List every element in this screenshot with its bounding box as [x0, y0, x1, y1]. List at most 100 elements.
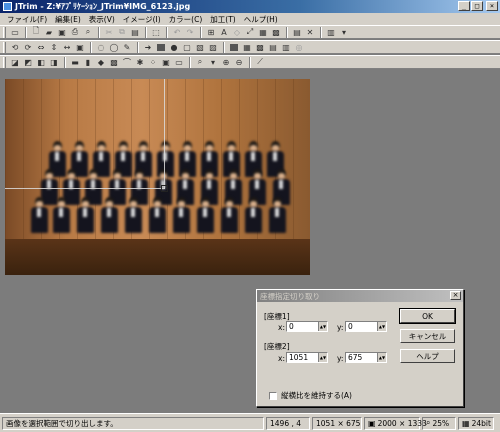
arrow-icon[interactable]: ➜ — [142, 42, 154, 53]
coord1-x-spinner[interactable]: 0 ▲▼ — [286, 321, 328, 332]
menu-edit[interactable]: 編集(E) — [51, 14, 85, 25]
eyedropper-icon[interactable]: ⟋ — [254, 57, 266, 68]
effect-icon[interactable]: ◎ — [293, 42, 305, 53]
copy-icon[interactable]: ⧉ — [116, 27, 128, 38]
grid-icon[interactable]: ▦ — [241, 42, 253, 53]
crop-icon[interactable]: ⊞ — [205, 27, 217, 38]
coord2-y-value[interactable]: 675 — [346, 353, 377, 362]
toolbar-grip[interactable] — [3, 56, 6, 68]
flip-horizontal-icon[interactable]: ⇔ — [35, 42, 47, 53]
cut-icon[interactable]: ✂ — [103, 27, 115, 38]
spinner-arrows-icon[interactable]: ▲▼ — [377, 353, 386, 362]
text-icon[interactable]: A — [218, 27, 230, 38]
menu-file[interactable]: ファイル(F) — [3, 14, 51, 25]
coord2-x-value[interactable]: 1051 — [287, 353, 318, 362]
spinner-arrows-icon[interactable]: ▲▼ — [377, 322, 386, 331]
fill-icon[interactable]: ▨ — [207, 42, 219, 53]
toolbar-separator — [286, 26, 288, 38]
close-image-icon[interactable]: ✕ — [304, 27, 316, 38]
mosaic-icon[interactable]: ▩ — [270, 27, 282, 38]
frame-icon[interactable]: ▦ — [257, 27, 269, 38]
close-button[interactable]: × — [486, 1, 498, 11]
save-icon[interactable]: ▣ — [56, 27, 68, 38]
print-icon[interactable]: ⎙ — [69, 27, 81, 38]
brush-icon[interactable]: ✎ — [121, 42, 133, 53]
new-file-icon[interactable]: 🗋 — [30, 26, 42, 38]
sharpen-icon[interactable]: ▤ — [267, 42, 279, 53]
open-folder-icon[interactable]: ▰ — [43, 27, 55, 38]
soft-focus-icon[interactable]: ✱ — [134, 57, 146, 68]
cancel-button[interactable]: キャンセル — [400, 329, 455, 343]
rotate-right-icon[interactable]: ⟳ — [22, 42, 34, 53]
tone-curve-icon[interactable]: ⌒ — [121, 57, 133, 68]
selection-handle[interactable] — [161, 185, 168, 192]
edge-icon[interactable]: ▣ — [160, 57, 172, 68]
canvas-icon[interactable]: ▣ — [74, 42, 86, 53]
paste-icon[interactable]: ▤ — [129, 27, 141, 38]
sepia-icon[interactable]: ▮ — [82, 57, 94, 68]
layer-icon[interactable] — [228, 42, 240, 53]
print-preview-icon[interactable]: ⌕ — [82, 27, 94, 38]
toolbar-grip[interactable] — [3, 26, 6, 38]
resize-icon[interactable]: ⤢ — [244, 27, 256, 38]
select-all-icon[interactable]: ⬚ — [150, 27, 162, 38]
help-button[interactable]: ヘルプ — [400, 349, 455, 363]
blur-icon[interactable]: ▩ — [254, 42, 266, 53]
capture-icon[interactable]: ▭ — [9, 27, 21, 38]
menu-process[interactable]: 加工(T) — [206, 14, 239, 25]
gradient-icon[interactable]: ▧ — [194, 42, 206, 53]
ellipse-icon[interactable]: ● — [168, 42, 180, 53]
chevron-down-icon[interactable]: ▾ — [338, 27, 350, 38]
eraser-icon[interactable]: ◇ — [231, 27, 243, 38]
circle-select-icon[interactable]: ◯ — [108, 42, 120, 53]
layout-icon[interactable]: ▥ — [325, 27, 337, 38]
hue-icon[interactable]: ◨ — [48, 57, 60, 68]
status-bar: 画像を選択範囲で切り出します。 1496 , 4 1051 × 675 ▣ 20… — [0, 413, 500, 432]
menu-image[interactable]: イメージ(I) — [119, 14, 165, 25]
redo-icon[interactable]: ↷ — [184, 27, 196, 38]
checkbox-box[interactable] — [269, 391, 277, 400]
shadow-icon[interactable]: ▭ — [173, 57, 185, 68]
menu-view[interactable]: 表示(V) — [85, 14, 119, 25]
noise-icon[interactable]: ⁘ — [147, 57, 159, 68]
dialog-title-bar[interactable]: 座標指定切り取り × — [257, 290, 463, 302]
spinner-arrows-icon[interactable]: ▲▼ — [318, 322, 327, 331]
rotate-left-icon[interactable]: ⟲ — [9, 42, 21, 53]
minimize-button[interactable]: _ — [458, 1, 470, 11]
posterize-icon[interactable]: ▩ — [108, 57, 120, 68]
keep-aspect-ratio-label: 縦横比を維持する(A) — [281, 391, 352, 400]
batch-icon[interactable]: ▤ — [291, 27, 303, 38]
flip-vertical-icon[interactable]: ⇕ — [48, 42, 60, 53]
dialog-close-button[interactable]: × — [450, 291, 461, 300]
keep-aspect-ratio-checkbox[interactable]: 縦横比を維持する(A) — [269, 390, 352, 401]
coord1-y-value[interactable]: 0 — [346, 322, 377, 331]
contrast-icon[interactable]: ◩ — [22, 57, 34, 68]
rounded-rectangle-icon[interactable]: ▢ — [181, 42, 193, 53]
zoom-menu-icon[interactable]: ⌕ — [194, 57, 206, 68]
image-canvas[interactable] — [5, 79, 310, 275]
resize-arrow-icon[interactable]: ↔ — [61, 42, 73, 53]
toolbar-separator — [200, 26, 202, 38]
emboss-icon[interactable]: ▥ — [280, 42, 292, 53]
color-balance-icon[interactable]: ◧ — [35, 57, 47, 68]
zoom-out-icon[interactable]: ⊖ — [233, 57, 245, 68]
lasso-icon[interactable]: ◌ — [95, 42, 107, 53]
menu-color[interactable]: カラー(C) — [165, 14, 207, 25]
ok-button[interactable]: OK — [399, 308, 456, 324]
spinner-arrows-icon[interactable]: ▲▼ — [318, 353, 327, 362]
grayscale-icon[interactable]: ▬ — [69, 57, 81, 68]
undo-icon[interactable]: ↶ — [171, 27, 183, 38]
maximize-button[interactable]: □ — [471, 1, 483, 11]
image-workspace[interactable]: 座標指定切り取り × [座標1] x: 0 ▲▼ y: 0 ▲▼ [座標2] x… — [0, 71, 500, 413]
coord1-y-spinner[interactable]: 0 ▲▼ — [345, 321, 387, 332]
chevron-down-icon[interactable]: ▾ — [207, 57, 219, 68]
brightness-icon[interactable]: ◪ — [9, 57, 21, 68]
menu-help[interactable]: ヘルプ(H) — [240, 14, 282, 25]
toolbar-grip[interactable] — [3, 41, 6, 53]
negative-icon[interactable]: ◆ — [95, 57, 107, 68]
zoom-in-icon[interactable]: ⊕ — [220, 57, 232, 68]
coord2-y-spinner[interactable]: 675 ▲▼ — [345, 352, 387, 363]
rectangle-icon[interactable] — [155, 42, 167, 53]
coord2-x-spinner[interactable]: 1051 ▲▼ — [286, 352, 328, 363]
coord1-x-value[interactable]: 0 — [287, 322, 318, 331]
